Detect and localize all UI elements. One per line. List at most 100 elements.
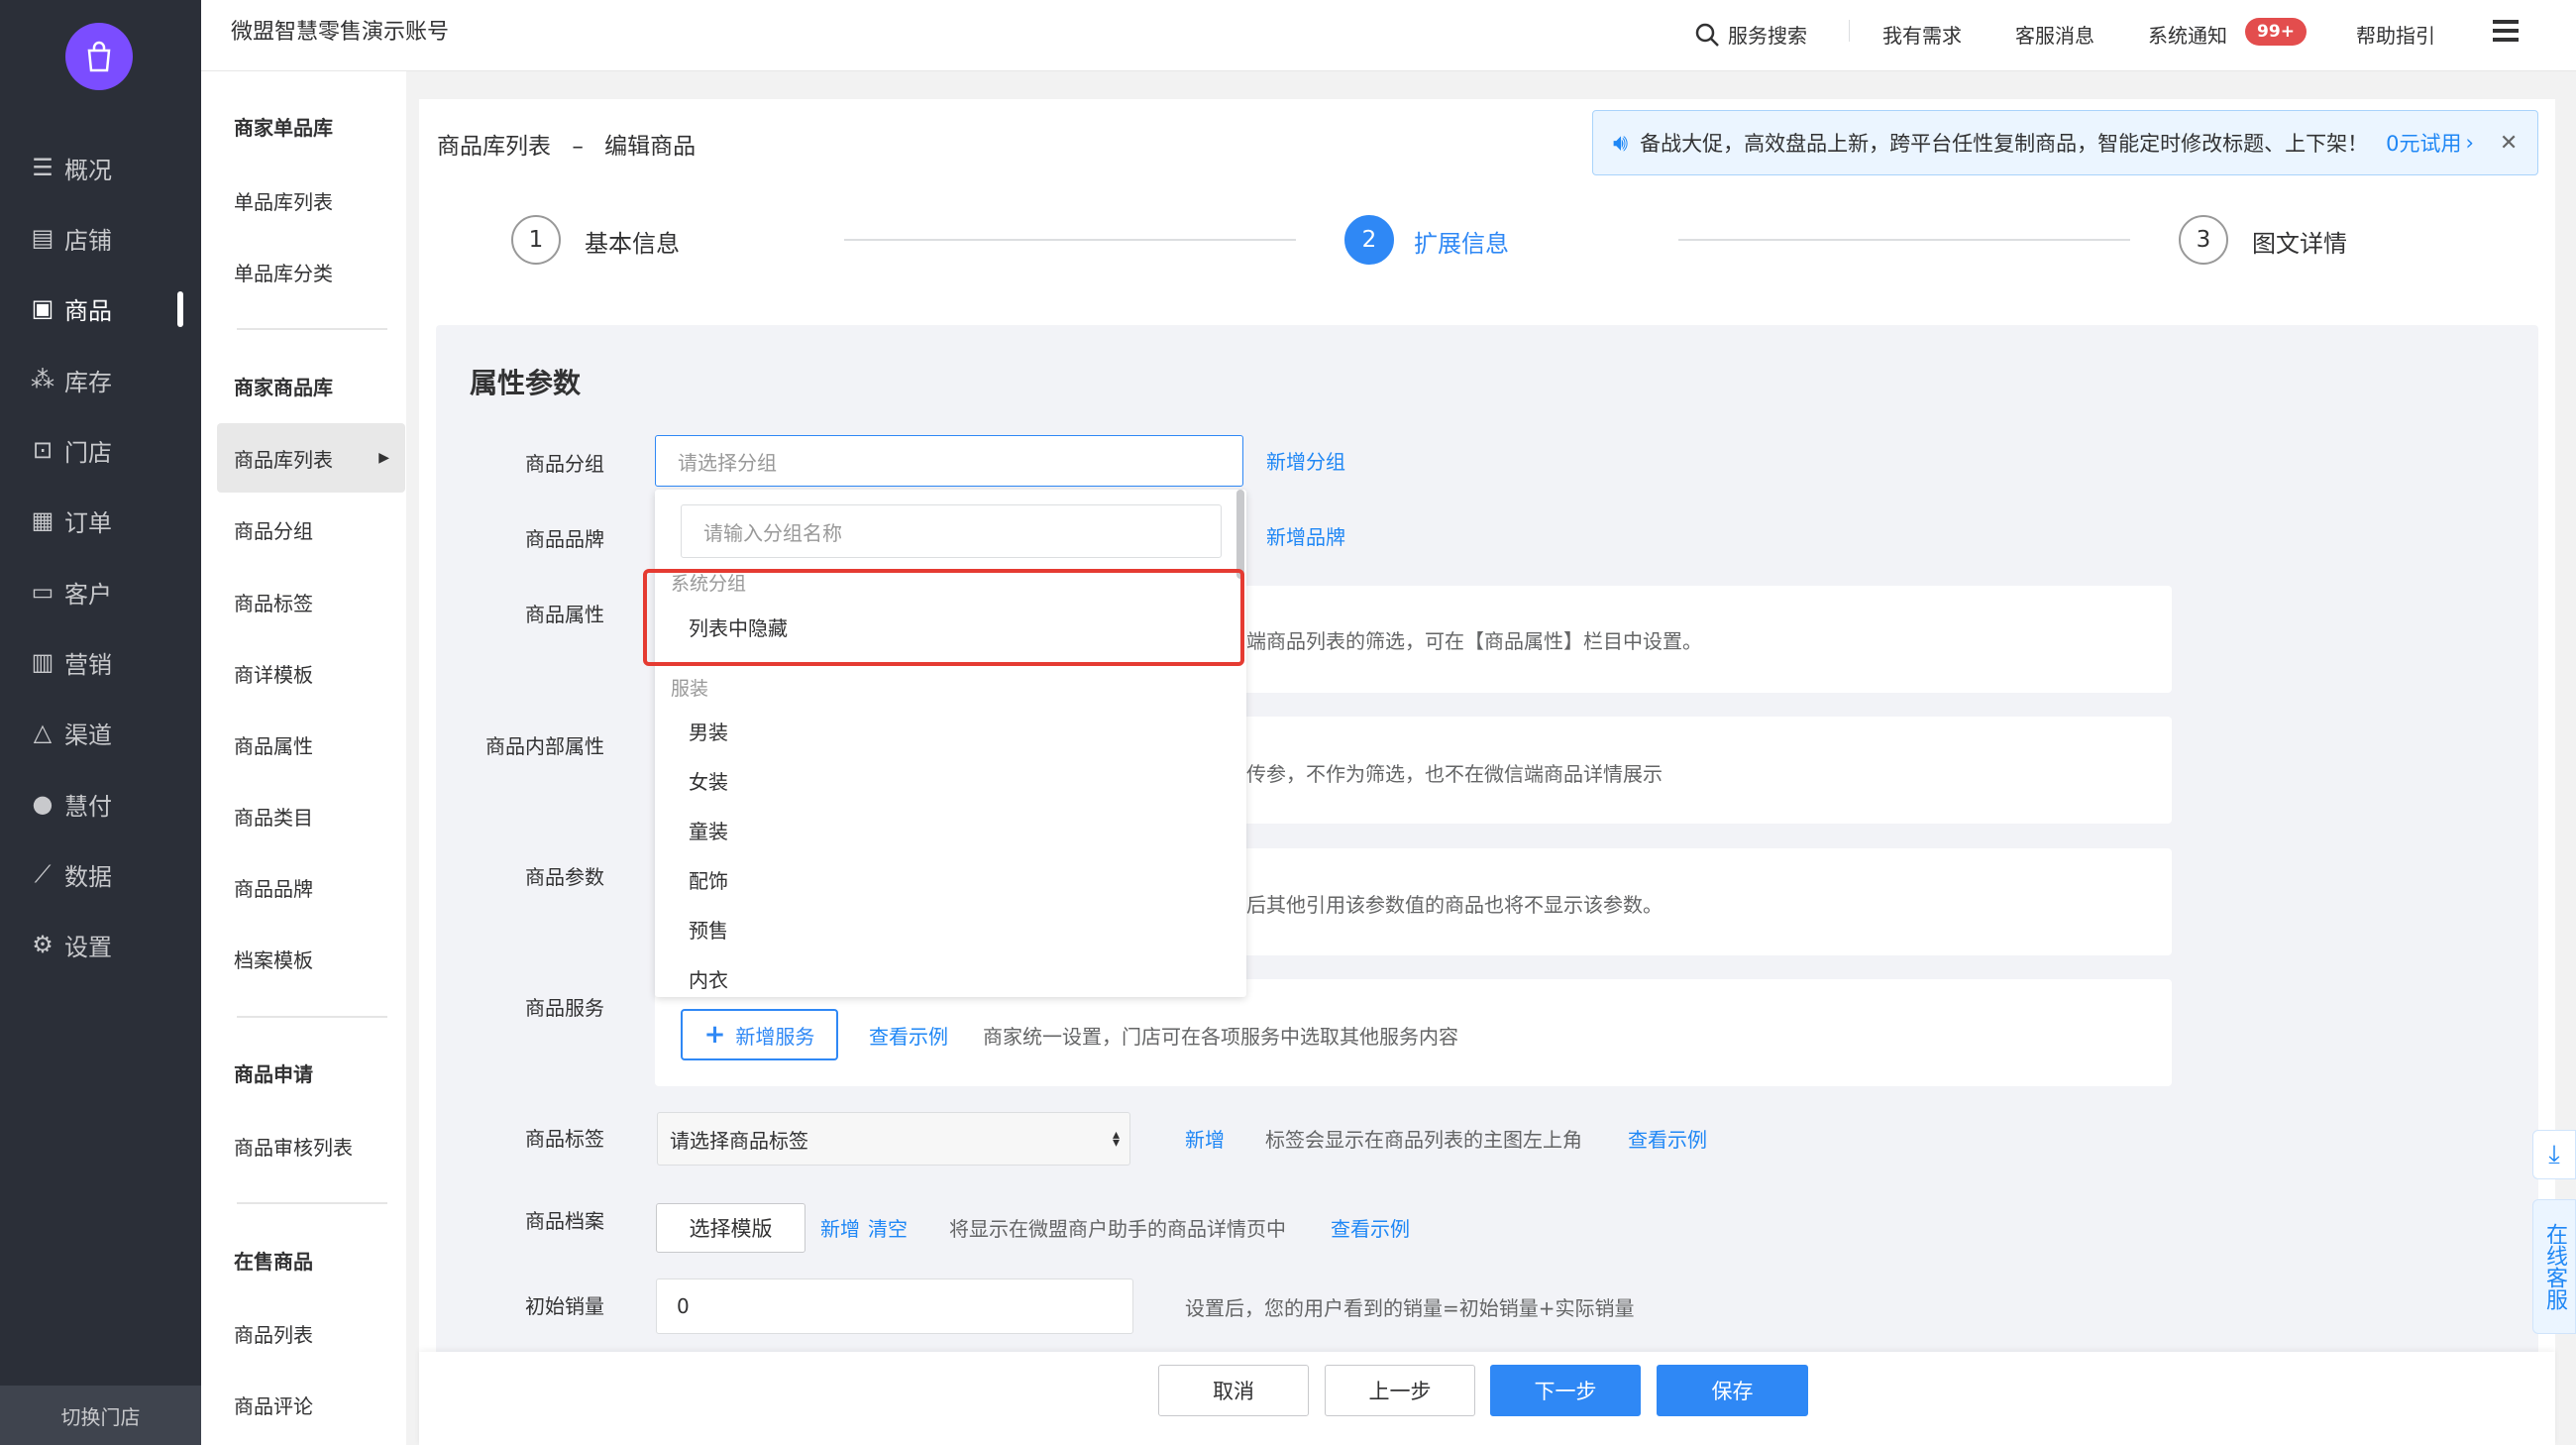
dropdown-option[interactable]: 童装 bbox=[689, 816, 728, 844]
select-template-button[interactable]: 选择模版 bbox=[656, 1203, 805, 1253]
close-icon[interactable]: ✕ bbox=[2500, 131, 2518, 156]
step-label-3: 图文详情 bbox=[2252, 230, 2347, 258]
subnav-item[interactable]: 商品标签 bbox=[234, 587, 313, 616]
sales-label: 初始销量 bbox=[525, 1294, 604, 1318]
footer-bar bbox=[419, 1352, 2555, 1445]
tag-select[interactable]: 请选择商品标签 ▴ ▾ bbox=[657, 1112, 1130, 1166]
account-name: 微盟智慧零售演示账号 bbox=[231, 20, 450, 45]
service-label: 商品服务 bbox=[525, 996, 604, 1020]
order-icon: ▦ bbox=[31, 506, 54, 534]
clear-archive-link[interactable]: 清空 bbox=[868, 1213, 908, 1242]
sidebar-item-pay[interactable]: ● 慧付 bbox=[0, 779, 201, 829]
cancel-button[interactable]: 取消 bbox=[1158, 1365, 1309, 1416]
breadcrumb: 商品库列表 – 编辑商品 bbox=[437, 127, 696, 161]
shopping-bag-icon bbox=[87, 41, 111, 72]
service-message-link[interactable]: 客服消息 bbox=[2015, 20, 2094, 49]
service-example-link[interactable]: 查看示例 bbox=[869, 1021, 948, 1050]
sidebar-item-order[interactable]: ▦ 订单 bbox=[0, 496, 201, 545]
sidebar-item-goods[interactable]: ▣ 商品 bbox=[0, 283, 201, 333]
subnav-item[interactable]: 商品类目 bbox=[234, 801, 313, 831]
archive-example-link[interactable]: 查看示例 bbox=[1331, 1213, 1410, 1242]
subnav-item[interactable]: 商品属性 bbox=[234, 729, 313, 759]
section-title: 属性参数 bbox=[470, 367, 582, 399]
step-label-1: 基本信息 bbox=[585, 230, 680, 258]
save-button[interactable]: 保存 bbox=[1657, 1365, 1808, 1416]
service-hint: 商家统一设置，门店可在各项服务中选取其他服务内容 bbox=[983, 1025, 1458, 1049]
add-archive-link[interactable]: 新增 bbox=[820, 1213, 860, 1242]
breadcrumb-separator: – bbox=[572, 134, 584, 160]
step-circle-1: 1 bbox=[511, 215, 561, 265]
menu-icon[interactable] bbox=[2493, 20, 2519, 46]
sidebar-item-settings[interactable]: ⚙ 设置 bbox=[0, 920, 201, 969]
sub-navigation: 商家单品库 单品库列表 单品库分类 商家商品库 商品库列表 ▶ 商品分组 商品标签… bbox=[201, 0, 406, 1445]
subnav-item[interactable]: 商详模板 bbox=[234, 658, 313, 688]
breadcrumb-parent[interactable]: 商品库列表 bbox=[437, 134, 551, 160]
tag-hint: 标签会显示在商品列表的主图左上角 bbox=[1265, 1128, 1582, 1152]
store-icon: ⊡ bbox=[32, 436, 54, 464]
system-notify-link[interactable]: 系统通知 bbox=[2148, 20, 2227, 49]
subnav-item[interactable]: 商品品牌 bbox=[234, 872, 313, 902]
app-logo[interactable] bbox=[65, 23, 133, 90]
tag-label: 商品标签 bbox=[525, 1127, 604, 1151]
sidebar-item-shop[interactable]: ▤ 店铺 bbox=[0, 213, 201, 263]
group-dropdown: 请输入分组名称 系统分组 列表中隐藏 服装 男装 女装 童装 配饰 预售 内衣 bbox=[655, 490, 1246, 997]
dropdown-option[interactable]: 预售 bbox=[689, 915, 728, 944]
notice-text: 备战大促，高效盘品上新，跨平台任性复制商品，智能定时修改标题、上下架！ bbox=[1640, 132, 2369, 156]
brand-label: 商品品牌 bbox=[525, 527, 604, 551]
subnav-heading: 在售商品 bbox=[234, 1249, 313, 1274]
highlight-box bbox=[643, 569, 1244, 666]
help-link[interactable]: 帮助指引 bbox=[2356, 20, 2435, 49]
dropdown-option[interactable]: 男装 bbox=[689, 717, 728, 745]
subnav-item[interactable]: 单品库分类 bbox=[234, 257, 333, 286]
subnav-item[interactable]: 档案模板 bbox=[234, 944, 313, 973]
dropdown-scrollbar[interactable] bbox=[1236, 490, 1244, 579]
archive-hint: 将显示在微盟商户助手的商品详情页中 bbox=[949, 1217, 1286, 1241]
dropdown-option[interactable]: 内衣 bbox=[689, 964, 728, 993]
sidebar-item-marketing[interactable]: ▥ 营销 bbox=[0, 637, 201, 687]
goods-icon: ▣ bbox=[31, 294, 54, 322]
next-step-button[interactable]: 下一步 bbox=[1490, 1365, 1641, 1416]
divider bbox=[1849, 20, 1850, 42]
inner-attribute-label: 商品内部属性 bbox=[485, 734, 604, 758]
attribute-hint: 端商品列表的筛选，可在【商品属性】栏目中设置。 bbox=[1246, 629, 1702, 653]
attribute-label: 商品属性 bbox=[525, 603, 604, 626]
initial-sales-input[interactable]: 0 bbox=[656, 1278, 1133, 1334]
free-trial-link[interactable]: 0元试用 bbox=[2386, 128, 2461, 158]
download-button[interactable]: ⤓ bbox=[2532, 1130, 2576, 1179]
dropdown-option[interactable]: 女装 bbox=[689, 766, 728, 795]
switch-store-button[interactable]: 切换门店 bbox=[0, 1386, 201, 1445]
archive-label: 商品档案 bbox=[525, 1209, 604, 1233]
speaker-icon: 🔊︎ bbox=[1613, 129, 1629, 157]
divider bbox=[237, 1016, 387, 1018]
add-service-button[interactable]: + 新增服务 bbox=[681, 1009, 838, 1060]
sidebar-item-stock[interactable]: ⁂ 库存 bbox=[0, 355, 201, 404]
demand-link[interactable]: 我有需求 bbox=[1882, 20, 1962, 49]
sidebar-item-channel[interactable]: △ 渠道 bbox=[0, 708, 201, 757]
sidebar-item-data[interactable]: ⟋ 数据 bbox=[0, 849, 201, 899]
data-icon: ⟋ bbox=[34, 860, 52, 888]
add-brand-link[interactable]: 新增品牌 bbox=[1266, 521, 1345, 550]
channel-icon: △ bbox=[33, 719, 53, 746]
stock-icon: ⁂ bbox=[31, 366, 54, 393]
add-group-link[interactable]: 新增分组 bbox=[1266, 446, 1345, 475]
subnav-item[interactable]: 商品分组 bbox=[234, 514, 313, 544]
subnav-item[interactable]: 商品审核列表 bbox=[234, 1131, 353, 1161]
sidebar-item-store[interactable]: ⊡ 门店 bbox=[0, 425, 201, 475]
add-tag-link[interactable]: 新增 bbox=[1185, 1124, 1225, 1153]
tag-example-link[interactable]: 查看示例 bbox=[1628, 1124, 1707, 1153]
step-connector bbox=[844, 239, 1296, 241]
sidebar-item-customer[interactable]: ▭ 客户 bbox=[0, 567, 201, 616]
subnav-item[interactable]: 单品库列表 bbox=[234, 185, 333, 215]
notify-badge: 99+ bbox=[2245, 18, 2307, 46]
sidebar-item-overview[interactable]: ☰ 概况 bbox=[0, 143, 201, 192]
param-label: 商品参数 bbox=[525, 865, 604, 889]
subnav-item[interactable]: 商品评论 bbox=[234, 1389, 313, 1419]
group-search-input[interactable]: 请输入分组名称 bbox=[681, 504, 1222, 558]
prev-step-button[interactable]: 上一步 bbox=[1325, 1365, 1475, 1416]
subnav-item[interactable]: 商品列表 bbox=[234, 1318, 313, 1348]
service-search-button[interactable]: 服务搜索 bbox=[1694, 20, 1807, 49]
online-service-button[interactable]: 在线客服 bbox=[2532, 1199, 2576, 1334]
group-select[interactable]: 请选择分组 bbox=[655, 435, 1243, 487]
subnav-item-active[interactable]: 商品库列表 ▶ bbox=[217, 423, 405, 493]
dropdown-option[interactable]: 配饰 bbox=[689, 865, 728, 894]
